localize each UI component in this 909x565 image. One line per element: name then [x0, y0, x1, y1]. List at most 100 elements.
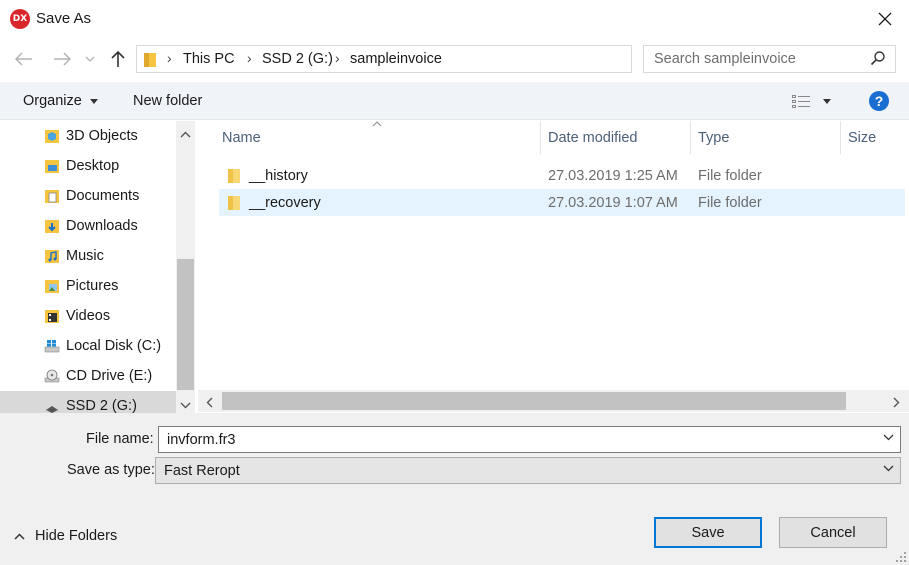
column-type[interactable]: Type — [698, 130, 729, 146]
downloads-icon — [45, 220, 59, 233]
music-icon — [45, 250, 59, 263]
chevron-right-icon — [893, 397, 900, 408]
windows-drive-icon — [44, 340, 60, 353]
sidebar-item-label: Desktop — [66, 158, 120, 174]
search-input[interactable]: Search sampleinvoice — [654, 51, 796, 67]
caret-down-icon — [823, 99, 831, 104]
desktop-folder-icon — [45, 160, 59, 173]
sidebar-item-downloads[interactable]: Downloads — [0, 211, 176, 241]
chevron-down-icon — [180, 402, 191, 409]
new-folder-button[interactable]: New folder — [133, 93, 202, 109]
cancel-button[interactable]: Cancel — [779, 517, 887, 548]
file-type: File folder — [698, 168, 762, 184]
sidebar-item-label: CD Drive (E:) — [66, 368, 153, 384]
sidebar-item-label: SSD 2 (G:) — [66, 398, 137, 413]
close-icon — [878, 12, 892, 26]
sidebar-item-videos[interactable]: Videos — [0, 301, 176, 331]
column-divider[interactable] — [690, 121, 691, 154]
help-button[interactable]: ? — [869, 91, 889, 111]
chevron-down-icon — [883, 465, 894, 472]
breadcrumb-this-pc[interactable]: This PC — [183, 51, 235, 67]
breadcrumb-separator: › — [335, 50, 340, 66]
column-name[interactable]: Name — [222, 130, 261, 146]
breadcrumb-sampleinvoice[interactable]: sampleinvoice — [350, 51, 442, 67]
file-name-label: File name: — [86, 431, 154, 447]
sidebar-item-label: Music — [66, 248, 104, 264]
file-date: 27.03.2019 1:07 AM — [548, 195, 678, 211]
save-button[interactable]: Save — [654, 517, 762, 548]
file-name-field[interactable]: invform.fr3 — [158, 426, 901, 453]
folder-icon — [144, 53, 156, 67]
sidebar-item-3d-objects[interactable]: 3D Objects — [0, 121, 176, 151]
save-as-type-label: Save as type: — [67, 462, 155, 478]
videos-icon — [45, 310, 59, 323]
column-divider[interactable] — [840, 121, 841, 154]
scrollbar-thumb[interactable] — [222, 392, 846, 410]
hide-folders-label: Hide Folders — [35, 528, 118, 544]
view-options-button[interactable] — [792, 93, 832, 111]
file-row[interactable]: __history 27.03.2019 1:25 AM File folder — [219, 162, 905, 189]
search-icon[interactable] — [870, 50, 886, 66]
folder-icon — [228, 196, 240, 210]
3d-objects-icon — [45, 130, 59, 143]
column-size[interactable]: Size — [848, 130, 876, 146]
organize-label: Organize — [23, 93, 82, 109]
sidebar-item-label: 3D Objects — [66, 128, 138, 144]
sidebar-item-cd-drive-e[interactable]: CD Drive (E:) — [0, 361, 176, 391]
cd-drive-icon — [44, 369, 60, 383]
drive-icon — [46, 406, 58, 413]
organize-button[interactable]: Organize — [23, 93, 98, 109]
file-name: __recovery — [249, 195, 321, 211]
resize-grip-icon[interactable] — [895, 551, 907, 563]
search-box[interactable]: Search sampleinvoice — [643, 45, 896, 73]
sidebar-item-local-disk-c[interactable]: Local Disk (C:) — [0, 331, 176, 361]
arrow-up-icon — [111, 50, 125, 67]
navigation-pane: 3D Objects Desktop Documents Downloads M… — [0, 121, 195, 413]
arrow-right-icon — [54, 52, 71, 66]
save-as-type-select[interactable]: Fast Reropt — [155, 457, 901, 484]
chevron-up-icon — [180, 131, 191, 138]
sidebar-item-label: Pictures — [66, 278, 119, 294]
forward-button[interactable] — [50, 47, 74, 71]
column-divider[interactable] — [540, 121, 541, 154]
sort-ascending-icon — [372, 121, 382, 127]
title-bar: DX Save As — [0, 0, 909, 38]
breadcrumb-separator: › — [167, 50, 172, 66]
pictures-icon — [45, 280, 59, 293]
app-icon: DX — [10, 9, 30, 29]
breadcrumb-separator: › — [247, 50, 252, 66]
save-as-type-value: Fast Reropt — [164, 463, 240, 479]
chevron-down-icon[interactable] — [883, 434, 894, 441]
sidebar-item-documents[interactable]: Documents — [0, 181, 176, 211]
column-date-modified[interactable]: Date modified — [548, 130, 637, 146]
sidebar-item-desktop[interactable]: Desktop — [0, 151, 176, 181]
sidebar-item-label: Downloads — [66, 218, 138, 234]
window-title: Save As — [36, 10, 92, 27]
sidebar-item-label: Local Disk (C:) — [66, 338, 162, 354]
file-type: File folder — [698, 195, 762, 211]
sidebar-item-label: Videos — [66, 308, 111, 324]
sidebar-item-music[interactable]: Music — [0, 241, 176, 271]
scroll-down-button[interactable] — [180, 397, 191, 413]
sidebar-item-ssd2-g[interactable]: SSD 2 (G:) — [0, 391, 176, 413]
file-name-value: invform.fr3 — [167, 432, 236, 448]
chevron-down-icon — [85, 56, 95, 62]
scroll-left-button[interactable] — [206, 396, 213, 412]
sidebar-item-label: Documents — [66, 188, 140, 204]
arrow-left-icon — [15, 52, 32, 66]
scroll-right-button[interactable] — [893, 396, 900, 412]
chevron-up-icon — [14, 533, 25, 540]
file-name: __history — [249, 168, 308, 184]
back-button[interactable] — [12, 47, 36, 71]
details-view-icon — [792, 95, 810, 108]
file-row[interactable]: __recovery 27.03.2019 1:07 AM File folde… — [219, 189, 905, 216]
documents-icon — [45, 190, 59, 203]
up-button[interactable] — [106, 47, 130, 71]
recent-locations-button[interactable] — [82, 47, 98, 71]
scrollbar-thumb[interactable] — [177, 259, 194, 390]
address-bar[interactable]: › This PC › SSD 2 (G:) › sampleinvoice — [136, 45, 763, 73]
breadcrumb-ssd2[interactable]: SSD 2 (G:) — [262, 51, 333, 67]
sidebar-item-pictures[interactable]: Pictures — [0, 271, 176, 301]
scroll-up-button[interactable] — [180, 126, 191, 142]
close-button[interactable] — [870, 6, 900, 32]
